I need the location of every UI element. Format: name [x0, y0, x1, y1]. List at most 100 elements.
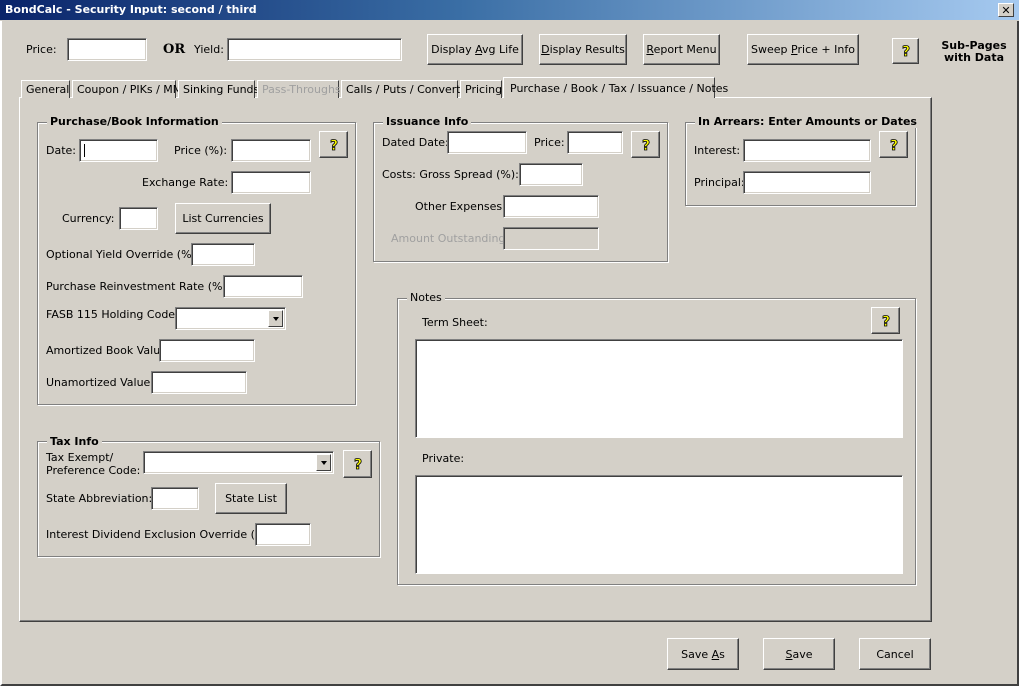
dated-date-label: Dated Date:	[382, 136, 449, 149]
window-title: BondCalc - Security Input: second / thir…	[5, 3, 257, 16]
arrears-interest-input[interactable]	[743, 139, 871, 162]
gross-spread-input[interactable]	[519, 163, 583, 186]
help-button-arrears[interactable]: ?	[879, 131, 908, 158]
title-bar: BondCalc - Security Input: second / thir…	[0, 0, 1019, 21]
amortized-book-value-input[interactable]	[159, 339, 255, 362]
arrears-interest-label: Interest:	[694, 144, 741, 157]
question-mark-icon: ?	[889, 137, 898, 152]
tab-general-label: General	[26, 83, 70, 96]
display-avg-life-label: Display Avg Life	[431, 43, 519, 56]
svg-text:?: ?	[881, 314, 889, 329]
other-expenses-input[interactable]	[503, 195, 599, 218]
issuance-info-title: Issuance Info	[383, 115, 472, 128]
amount-outstanding-label: Amount Outstanding:	[391, 232, 510, 245]
exchange-rate-label: Exchange Rate:	[142, 176, 229, 189]
save-as-label: Save As	[681, 647, 725, 661]
unamortized-value-input[interactable]	[151, 371, 247, 394]
price-input[interactable]	[67, 38, 147, 61]
svg-text:?: ?	[641, 138, 649, 153]
reinvestment-rate-label: Purchase Reinvestment Rate (%):	[46, 280, 231, 293]
or-label: OR	[163, 42, 186, 57]
help-button-issuance[interactable]: ?	[631, 131, 660, 158]
dividend-exclusion-input[interactable]	[255, 523, 311, 546]
tab-pricing-label: Pricing	[465, 83, 503, 96]
close-button[interactable]: ✕	[998, 3, 1014, 17]
currency-input[interactable]	[119, 207, 158, 230]
report-menu-button[interactable]: Report Menu	[643, 34, 720, 65]
display-avg-life-button[interactable]: Display Avg Life	[427, 34, 523, 65]
term-sheet-label: Term Sheet:	[422, 316, 488, 329]
yield-input[interactable]	[227, 38, 402, 61]
display-results-button[interactable]: Display Results	[539, 34, 627, 65]
fasb-holding-code-label: FASB 115 Holding Code:	[46, 308, 179, 321]
issuance-price-input[interactable]	[567, 131, 623, 154]
save-button[interactable]: Save	[763, 638, 835, 670]
gross-spread-label: Costs: Gross Spread (%):	[382, 168, 519, 181]
save-label: Save	[785, 647, 813, 661]
tab-coupon-piks-mm[interactable]: Coupon / PIKs / MM	[72, 80, 182, 98]
subpages-label-line2: with Data	[943, 51, 1005, 64]
help-button-top[interactable]: ?	[892, 38, 919, 64]
tax-info-title: Tax Info	[47, 435, 102, 448]
currency-label: Currency:	[62, 212, 115, 225]
report-menu-label: Report Menu	[646, 43, 717, 56]
display-results-label: Display Results	[541, 43, 625, 56]
svg-text:?: ?	[353, 457, 361, 472]
question-mark-icon: ?	[329, 137, 338, 153]
yield-override-input[interactable]	[191, 243, 255, 266]
fasb-holding-code-select[interactable]	[175, 307, 286, 330]
private-notes-textarea[interactable]	[415, 475, 903, 574]
help-button-purchase[interactable]: ?	[319, 131, 348, 158]
arrears-title: In Arrears: Enter Amounts or Dates	[695, 115, 920, 128]
purchase-price-label: Price (%):	[174, 144, 228, 157]
tab-calls-puts-converts[interactable]: Calls / Puts / Converts	[341, 80, 466, 98]
unamortized-value-label: Unamortized Value:	[46, 376, 155, 389]
question-mark-icon: ?	[353, 457, 362, 472]
arrears-principal-input[interactable]	[743, 171, 871, 194]
amortized-book-value-label: Amortized Book Value:	[46, 344, 171, 357]
issuance-price-label: Price:	[534, 136, 565, 149]
chevron-down-icon[interactable]	[268, 310, 283, 327]
help-button-tax[interactable]: ?	[343, 450, 372, 478]
svg-text:?: ?	[329, 138, 337, 153]
notes-title: Notes	[407, 291, 445, 304]
question-mark-icon: ?	[641, 137, 650, 153]
exchange-rate-input[interactable]	[231, 171, 311, 194]
price-label: Price:	[26, 43, 57, 56]
tab-sinking-funds[interactable]: Sinking Funds	[178, 80, 259, 98]
purchase-book-title: Purchase/Book Information	[47, 115, 222, 128]
cancel-button[interactable]: Cancel	[859, 638, 931, 670]
text-cursor	[84, 144, 85, 157]
reinvestment-rate-input[interactable]	[223, 275, 303, 298]
tax-exempt-label-line2: Preference Code:	[46, 464, 141, 477]
list-currencies-button[interactable]: List Currencies	[175, 203, 271, 234]
tab-pricing[interactable]: Pricing	[460, 80, 502, 98]
tab-purchase-label: Purchase / Book / Tax / Issuance / Notes	[510, 81, 729, 95]
help-button-notes[interactable]: ?	[871, 307, 900, 334]
sweep-price-info-label: Sweep Price + Info	[751, 43, 855, 56]
tab-purchase-book-tax[interactable]: Purchase / Book / Tax / Issuance / Notes	[503, 77, 728, 98]
svg-text:?: ?	[901, 44, 909, 59]
question-mark-icon: ?	[901, 44, 910, 59]
purchase-price-input[interactable]	[231, 139, 311, 162]
tab-general[interactable]: General	[21, 80, 70, 98]
save-as-button[interactable]: Save As	[667, 638, 739, 670]
tab-pass-throughs: Pass-Throughs	[257, 80, 341, 98]
tax-exempt-code-select[interactable]	[143, 451, 334, 474]
tab-pass-throughs-label: Pass-Throughs	[262, 83, 341, 96]
other-expenses-label: Other Expenses:	[415, 200, 506, 213]
sweep-price-info-button[interactable]: Sweep Price + Info	[747, 34, 859, 65]
purchase-date-label: Date:	[46, 144, 76, 157]
private-notes-label: Private:	[422, 452, 465, 465]
purchase-date-input[interactable]	[79, 139, 158, 162]
state-list-button[interactable]: State List	[215, 483, 287, 514]
yield-override-label: Optional Yield Override (%):	[46, 248, 200, 261]
term-sheet-textarea[interactable]	[415, 339, 903, 438]
state-abbreviation-input[interactable]	[151, 487, 199, 510]
chevron-down-icon[interactable]	[316, 454, 331, 471]
arrears-principal-label: Principal:	[694, 176, 745, 189]
tab-coupon-label: Coupon / PIKs / MM	[77, 83, 183, 96]
tax-exempt-label: Tax Exempt/ Preference Code:	[46, 451, 140, 477]
dated-date-input[interactable]	[447, 131, 527, 154]
state-abbreviation-label: State Abbreviation:	[46, 492, 153, 505]
